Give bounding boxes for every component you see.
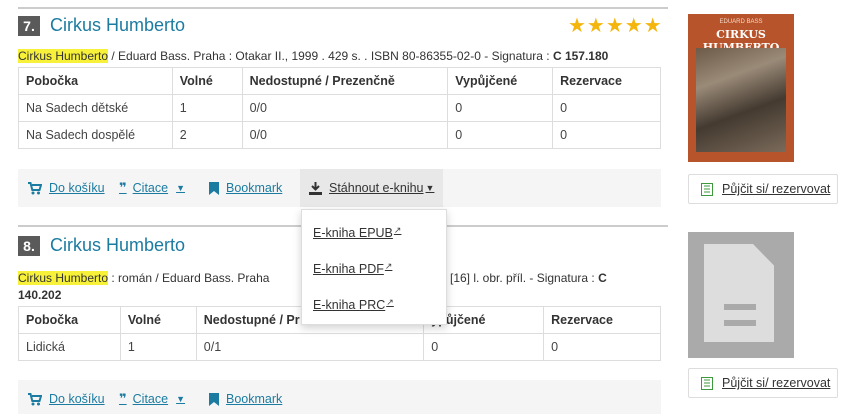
cell: 0 [543,333,661,361]
reserve-button[interactable]: Půjčit si/ rezervovat [688,174,838,204]
bib-text: : román / Eduard Bass. Praha [108,271,270,285]
download-icon [309,181,322,195]
external-link-icon: ↗ [393,224,402,235]
cart-icon [28,181,42,194]
rating-stars: ★★★★★ [568,15,663,37]
cell: Lidická [18,333,121,361]
download-dropdown-menu: E-kniha EPUB ↗ E-kniha PDF ↗ E-kniha PRC ↗ [301,209,447,325]
col-header: Rezervace [543,306,661,334]
add-to-cart-button[interactable]: Do košíku [28,169,105,207]
title-highlight: Cirkus Humberto [18,271,109,285]
cell: 1 [171,94,243,122]
cell: 0 [552,121,661,149]
signature: 140.202 [18,288,62,302]
bib-text-cont: [16] l. obr. příl. - Signatura : C [450,271,607,285]
result-number-badge: 7. [18,16,40,36]
cell: 2 [171,121,243,149]
table-header-row: Pobočka Volné Nedostupné / Prezenčně Vyp… [18,67,661,95]
reserve-label: Půjčit si/ rezervovat [722,182,831,196]
table-row: Na Sadech dětské 1 0/0 0 0 [18,94,661,122]
record-title-link[interactable]: Cirkus Humberto [50,235,185,256]
cell: 0/1 [195,333,425,361]
cite-label: Citace [132,181,169,195]
cart-label: Do košíku [49,392,105,406]
cell: 0/0 [241,94,449,122]
menu-item-epub[interactable]: E-kniha EPUB ↗ [313,224,402,241]
bibliographic-info: Cirkus Humberto / Eduard Bass. Praha : O… [18,48,663,65]
book-icon [701,376,713,390]
table-row: Lidická 1 0/1 0 0 [18,333,661,361]
title-highlight: Cirkus Humberto [18,49,109,63]
bookmark-button[interactable]: Bookmark [209,169,282,207]
search-result-7: 7. Cirkus Humberto ★★★★★ Cirkus Humberto… [0,0,844,207]
bookmark-label: Bookmark [226,392,283,406]
col-header: Pobočka [18,67,173,95]
quote-icon: ❞ [119,391,127,406]
bookmark-label: Bookmark [226,181,283,195]
chevron-down-icon: ▼ [176,183,185,193]
col-header: Nedostupné / Prezenčně [241,67,449,95]
cell: 1 [119,333,197,361]
cover-author: EDUARD BASS [719,19,763,25]
holdings-table: Pobočka Volné Nedostupné / Prezenčně Vyp… [18,67,661,149]
cart-label: Do košíku [49,181,105,195]
cell: 0 [447,94,554,122]
cover-placeholder-image[interactable] [688,232,794,358]
cell: 0 [447,121,554,149]
col-header: Volné [171,67,243,95]
cite-label: Citace [132,392,169,406]
divider [18,7,668,9]
cover-photo [696,48,786,152]
external-link-icon: ↗ [384,260,393,271]
cart-icon [28,392,42,405]
signature: C 157.180 [552,49,609,63]
bookmark-icon [209,392,219,406]
record-title-link[interactable]: Cirkus Humberto [50,15,185,36]
chevron-down-icon: ▼ [425,183,435,193]
add-to-cart-button[interactable]: Do košíku [28,380,105,414]
cite-button[interactable]: ❞ Citace ▼ [119,380,185,414]
result-number-badge: 8. [18,236,40,256]
menu-item-pdf[interactable]: E-kniha PDF ↗ [313,260,393,277]
document-icon [704,244,774,342]
reserve-label: Půjčit si/ rezervovat [722,376,831,390]
cell: 0 [423,333,545,361]
col-header: Pobočka [18,306,121,334]
table-row: Na Sadech dospělé 2 0/0 0 0 [18,121,661,149]
cell: Na Sadech dospělé [18,121,173,149]
cite-button[interactable]: ❞ Citace ▼ [119,169,185,207]
cell: Na Sadech dětské [18,94,173,122]
book-icon [701,182,713,196]
cell: 0/0 [241,121,449,149]
col-header: Vypůjčené [447,67,554,95]
book-cover-image[interactable]: EDUARD BASS CIRKUS HUMBERTO [688,14,794,162]
bib-text: / Eduard Bass. Praha : Otakar II., 1999 … [108,49,553,63]
chevron-down-icon: ▼ [176,394,185,404]
quote-icon: ❞ [119,180,127,195]
menu-item-prc[interactable]: E-kniha PRC ↗ [313,296,394,313]
bookmark-button[interactable]: Bookmark [209,380,282,414]
reserve-button[interactable]: Půjčit si/ rezervovat [688,368,838,398]
action-bar: Do košíku ❞ Citace ▼ Bookmark [18,380,661,414]
cell: 0 [552,94,661,122]
col-header: Volné [119,306,197,334]
download-label: Stáhnout e-knihu [329,181,424,195]
download-ebook-button[interactable]: Stáhnout e-knihu ▼ [300,169,444,207]
bookmark-icon [209,181,219,195]
action-bar: Do košíku ❞ Citace ▼ Bookmark Stáhnout e… [18,169,661,207]
external-link-icon: ↗ [386,296,394,307]
col-header: Rezervace [552,67,661,95]
